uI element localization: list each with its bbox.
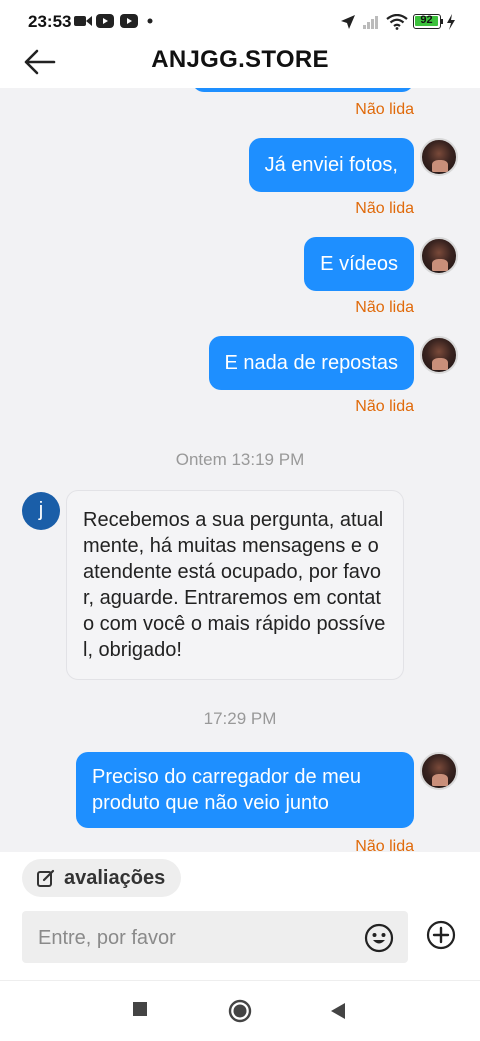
user-avatar: [420, 237, 458, 275]
composer: avaliações: [0, 852, 480, 980]
store-avatar: j: [22, 492, 60, 530]
system-nav-bar: [0, 980, 480, 1041]
message-bubble-incoming[interactable]: Recebemos a sua pergunta, atualmente, há…: [66, 490, 404, 680]
circle-icon[interactable]: [228, 999, 252, 1023]
message-bubble-outgoing[interactable]: Preciso do carregador de meu produto que…: [76, 752, 414, 828]
chat-messages[interactable]: Não lida Já enviei fotos, Não lida E víd…: [0, 88, 480, 852]
unread-label: Não lida: [355, 101, 414, 118]
charging-icon: [447, 14, 455, 30]
message-timestamp: Ontem 13:19 PM: [175, 450, 305, 469]
message-bubble-partial: [192, 88, 414, 92]
user-avatar: [420, 336, 458, 374]
reviews-chip-label: avaliações: [64, 866, 166, 889]
reviews-chip[interactable]: avaliações: [22, 859, 182, 897]
message-bubble-outgoing[interactable]: E nada de repostas: [208, 336, 414, 390]
message-bubble-outgoing[interactable]: Já enviei fotos,: [248, 138, 414, 192]
location-arrow-icon: [341, 15, 355, 29]
status-time: 23:53: [28, 12, 72, 31]
app-header: ANJGG.STORE: [0, 36, 480, 88]
wifi-icon: [386, 14, 408, 30]
message-input-container[interactable]: [22, 911, 408, 965]
youtube-icon: [120, 14, 138, 28]
user-avatar: [420, 752, 458, 790]
unread-label: Não lida: [355, 299, 414, 316]
triangle-back-icon[interactable]: [330, 1002, 346, 1020]
message-bubble-outgoing[interactable]: E vídeos: [304, 237, 414, 291]
battery-level: 92: [420, 14, 433, 26]
page-title: ANJGG.STORE: [151, 46, 329, 73]
unread-label: Não lida: [355, 838, 414, 852]
battery-icon: 92: [413, 14, 441, 29]
signal-icon: [363, 16, 378, 29]
add-icon[interactable]: [426, 920, 456, 950]
message-timestamp: 17:29 PM: [203, 709, 277, 728]
square-icon[interactable]: [132, 1001, 148, 1017]
unread-label: Não lida: [355, 200, 414, 217]
video-camera-icon: [74, 16, 92, 26]
unread-label: Não lida: [355, 398, 414, 415]
emoji-icon[interactable]: [364, 923, 394, 953]
youtube-icon: [96, 14, 114, 28]
message-input[interactable]: [36, 911, 360, 965]
edit-icon: [37, 869, 55, 887]
dot-icon: [147, 18, 153, 24]
user-avatar: [420, 138, 458, 176]
